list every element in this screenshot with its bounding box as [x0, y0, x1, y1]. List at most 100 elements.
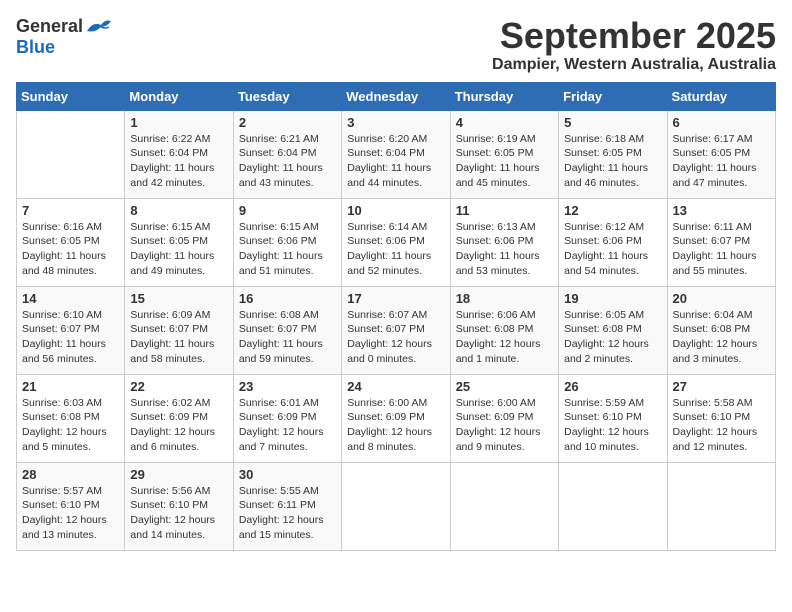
day-number: 14 [22, 291, 119, 306]
day-number: 30 [239, 467, 336, 482]
calendar-cell: 28 Sunrise: 5:57 AM Sunset: 6:10 PM Dayli… [17, 462, 125, 550]
day-info: Sunrise: 6:22 AM Sunset: 6:04 PM Dayligh… [130, 132, 227, 191]
calendar-cell: 5Sunrise: 6:18 AM Sunset: 6:05 PM Daylig… [559, 110, 667, 198]
day-number: 28 [22, 467, 119, 482]
day-info: Sunrise: 6:09 AM Sunset: 6:07 PM Dayligh… [130, 308, 227, 367]
calendar-cell: 18Sunrise: 6:06 AM Sunset: 6:08 PM Dayli… [450, 286, 558, 374]
calendar-cell: 25 Sunrise: 6:00 AM Sunset: 6:09 PM Dayli… [450, 374, 558, 462]
calendar-week-row: 7 Sunrise: 6:16 AM Sunset: 6:05 PM Daylig… [17, 198, 776, 286]
day-info: Sunrise: 6:03 AM Sunset: 6:08 PM Dayligh… [22, 396, 119, 455]
day-number: 10 [347, 203, 444, 218]
day-info: Sunrise: 6:04 AM Sunset: 6:08 PM Dayligh… [673, 308, 770, 367]
title-section: September 2025 Dampier, Western Australi… [492, 16, 776, 74]
logo: General Blue [16, 16, 113, 58]
day-info: Sunrise: 6:15 AM Sunset: 6:05 PM Dayligh… [130, 220, 227, 279]
calendar-cell: 3 Sunrise: 6:20 AM Sunset: 6:04 PM Daylig… [342, 110, 450, 198]
logo-bird-icon [85, 17, 113, 37]
day-info: Sunrise: 6:00 AM Sunset: 6:09 PM Dayligh… [456, 396, 553, 455]
header-day-saturday: Saturday [667, 82, 775, 110]
calendar-cell: 21 Sunrise: 6:03 AM Sunset: 6:08 PM Dayli… [17, 374, 125, 462]
calendar-cell: 17Sunrise: 6:07 AM Sunset: 6:07 PM Dayli… [342, 286, 450, 374]
calendar-cell: 4 Sunrise: 6:19 AM Sunset: 6:05 PM Daylig… [450, 110, 558, 198]
day-info: Sunrise: 6:10 AM Sunset: 6:07 PM Dayligh… [22, 308, 119, 367]
header-day-monday: Monday [125, 82, 233, 110]
day-number: 7 [22, 203, 119, 218]
calendar-cell: 6 Sunrise: 6:17 AM Sunset: 6:05 PM Daylig… [667, 110, 775, 198]
day-number: 1 [130, 115, 227, 130]
day-info: Sunrise: 6:16 AM Sunset: 6:05 PM Dayligh… [22, 220, 119, 279]
calendar-cell [17, 110, 125, 198]
day-info: Sunrise: 6:00 AM Sunset: 6:09 PM Dayligh… [347, 396, 444, 455]
day-info: Sunrise: 6:07 AM Sunset: 6:07 PM Dayligh… [347, 308, 444, 367]
day-number: 21 [22, 379, 119, 394]
day-number: 24 [347, 379, 444, 394]
day-number: 6 [673, 115, 770, 130]
logo-general: General [16, 16, 83, 37]
calendar-cell: 15 Sunrise: 6:09 AM Sunset: 6:07 PM Dayli… [125, 286, 233, 374]
day-number: 26 [564, 379, 661, 394]
calendar-cell: 8 Sunrise: 6:15 AM Sunset: 6:05 PM Daylig… [125, 198, 233, 286]
day-number: 22 [130, 379, 227, 394]
calendar-cell: 1 Sunrise: 6:22 AM Sunset: 6:04 PM Daylig… [125, 110, 233, 198]
day-info: Sunrise: 6:19 AM Sunset: 6:05 PM Dayligh… [456, 132, 553, 191]
calendar-cell [342, 462, 450, 550]
day-number: 16 [239, 291, 336, 306]
calendar-cell: 27Sunrise: 5:58 AM Sunset: 6:10 PM Dayli… [667, 374, 775, 462]
day-info: Sunrise: 6:01 AM Sunset: 6:09 PM Dayligh… [239, 396, 336, 455]
day-number: 15 [130, 291, 227, 306]
calendar-cell: 12Sunrise: 6:12 AM Sunset: 6:06 PM Dayli… [559, 198, 667, 286]
calendar-cell [667, 462, 775, 550]
calendar-week-row: 21 Sunrise: 6:03 AM Sunset: 6:08 PM Dayli… [17, 374, 776, 462]
day-info: Sunrise: 5:57 AM Sunset: 6:10 PM Dayligh… [22, 484, 119, 543]
day-number: 20 [673, 291, 770, 306]
calendar-cell: 11 Sunrise: 6:13 AM Sunset: 6:06 PM Dayli… [450, 198, 558, 286]
calendar-cell: 10 Sunrise: 6:14 AM Sunset: 6:06 PM Dayli… [342, 198, 450, 286]
day-info: Sunrise: 6:21 AM Sunset: 6:04 PM Dayligh… [239, 132, 336, 191]
calendar-cell: 16Sunrise: 6:08 AM Sunset: 6:07 PM Dayli… [233, 286, 341, 374]
day-info: Sunrise: 5:58 AM Sunset: 6:10 PM Dayligh… [673, 396, 770, 455]
calendar-cell: 20 Sunrise: 6:04 AM Sunset: 6:08 PM Dayli… [667, 286, 775, 374]
day-number: 3 [347, 115, 444, 130]
page-subtitle: Dampier, Western Australia, Australia [492, 56, 776, 74]
calendar-cell: 22 Sunrise: 6:02 AM Sunset: 6:09 PM Dayli… [125, 374, 233, 462]
day-number: 23 [239, 379, 336, 394]
day-number: 12 [564, 203, 661, 218]
calendar-cell [450, 462, 558, 550]
day-info: Sunrise: 6:13 AM Sunset: 6:06 PM Dayligh… [456, 220, 553, 279]
day-number: 11 [456, 203, 553, 218]
calendar-table: SundayMondayTuesdayWednesdayThursdayFrid… [16, 82, 776, 551]
header-day-friday: Friday [559, 82, 667, 110]
calendar-cell: 13Sunrise: 6:11 AM Sunset: 6:07 PM Dayli… [667, 198, 775, 286]
day-number: 18 [456, 291, 553, 306]
day-info: Sunrise: 5:59 AM Sunset: 6:10 PM Dayligh… [564, 396, 661, 455]
day-number: 8 [130, 203, 227, 218]
header-day-thursday: Thursday [450, 82, 558, 110]
header-day-sunday: Sunday [17, 82, 125, 110]
page-title: September 2025 [492, 16, 776, 56]
day-info: Sunrise: 6:14 AM Sunset: 6:06 PM Dayligh… [347, 220, 444, 279]
calendar-cell: 30Sunrise: 5:55 AM Sunset: 6:11 PM Dayli… [233, 462, 341, 550]
calendar-cell: 23 Sunrise: 6:01 AM Sunset: 6:09 PM Dayli… [233, 374, 341, 462]
calendar-cell [559, 462, 667, 550]
day-info: Sunrise: 5:56 AM Sunset: 6:10 PM Dayligh… [130, 484, 227, 543]
day-number: 4 [456, 115, 553, 130]
day-number: 9 [239, 203, 336, 218]
calendar-cell: 14 Sunrise: 6:10 AM Sunset: 6:07 PM Dayli… [17, 286, 125, 374]
day-number: 29 [130, 467, 227, 482]
day-info: Sunrise: 6:15 AM Sunset: 6:06 PM Dayligh… [239, 220, 336, 279]
day-info: Sunrise: 6:02 AM Sunset: 6:09 PM Dayligh… [130, 396, 227, 455]
day-info: Sunrise: 6:05 AM Sunset: 6:08 PM Dayligh… [564, 308, 661, 367]
day-number: 2 [239, 115, 336, 130]
day-number: 5 [564, 115, 661, 130]
calendar-week-row: 28 Sunrise: 5:57 AM Sunset: 6:10 PM Dayli… [17, 462, 776, 550]
day-info: Sunrise: 6:11 AM Sunset: 6:07 PM Dayligh… [673, 220, 770, 279]
calendar-week-row: 1 Sunrise: 6:22 AM Sunset: 6:04 PM Daylig… [17, 110, 776, 198]
calendar-cell: 19Sunrise: 6:05 AM Sunset: 6:08 PM Dayli… [559, 286, 667, 374]
day-info: Sunrise: 6:17 AM Sunset: 6:05 PM Dayligh… [673, 132, 770, 191]
header: General Blue September 2025 Dampier, Wes… [16, 16, 776, 74]
calendar-header-row: SundayMondayTuesdayWednesdayThursdayFrid… [17, 82, 776, 110]
day-info: Sunrise: 6:20 AM Sunset: 6:04 PM Dayligh… [347, 132, 444, 191]
calendar-cell: 29 Sunrise: 5:56 AM Sunset: 6:10 PM Dayli… [125, 462, 233, 550]
calendar-cell: 26 Sunrise: 5:59 AM Sunset: 6:10 PM Dayli… [559, 374, 667, 462]
day-number: 25 [456, 379, 553, 394]
